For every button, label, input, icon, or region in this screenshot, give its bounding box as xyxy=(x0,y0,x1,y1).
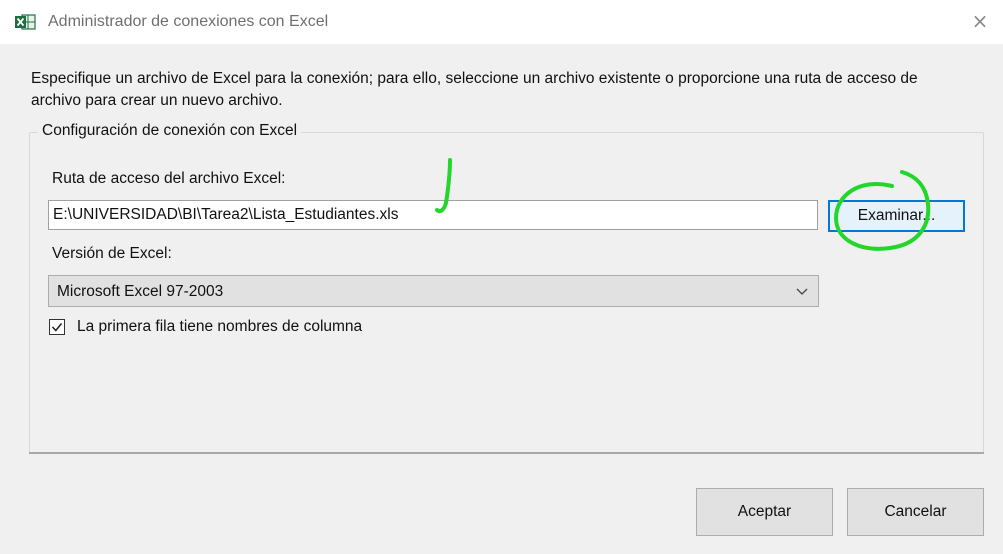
file-path-input[interactable] xyxy=(48,200,818,230)
window-title: Administrador de conexiones con Excel xyxy=(48,13,329,30)
dialog-description: Especifique un archivo de Excel para la … xyxy=(31,70,918,109)
checkmark-icon xyxy=(51,323,63,332)
close-icon[interactable]: × xyxy=(967,8,993,34)
excel-icon xyxy=(15,14,36,30)
chevron-down-icon xyxy=(796,288,808,295)
first-row-headers-checkbox[interactable] xyxy=(49,319,65,335)
browse-button[interactable]: Examinar... xyxy=(828,200,965,232)
group-title: Configuración de conexión con Excel xyxy=(38,122,302,140)
ok-button[interactable]: Aceptar xyxy=(696,488,833,536)
title-bar: Administrador de conexiones con Excel × xyxy=(0,0,1003,44)
version-select-value: Microsoft Excel 97-2003 xyxy=(57,283,224,300)
cancel-button[interactable]: Cancelar xyxy=(847,488,984,536)
excel-version-select[interactable]: Microsoft Excel 97-2003 xyxy=(48,275,819,307)
first-row-headers-label[interactable]: La primera fila tiene nombres de columna xyxy=(77,318,362,336)
path-label: Ruta de acceso del archivo Excel: xyxy=(52,170,286,187)
group-divider xyxy=(29,452,984,454)
version-label: Versión de Excel: xyxy=(52,245,172,262)
